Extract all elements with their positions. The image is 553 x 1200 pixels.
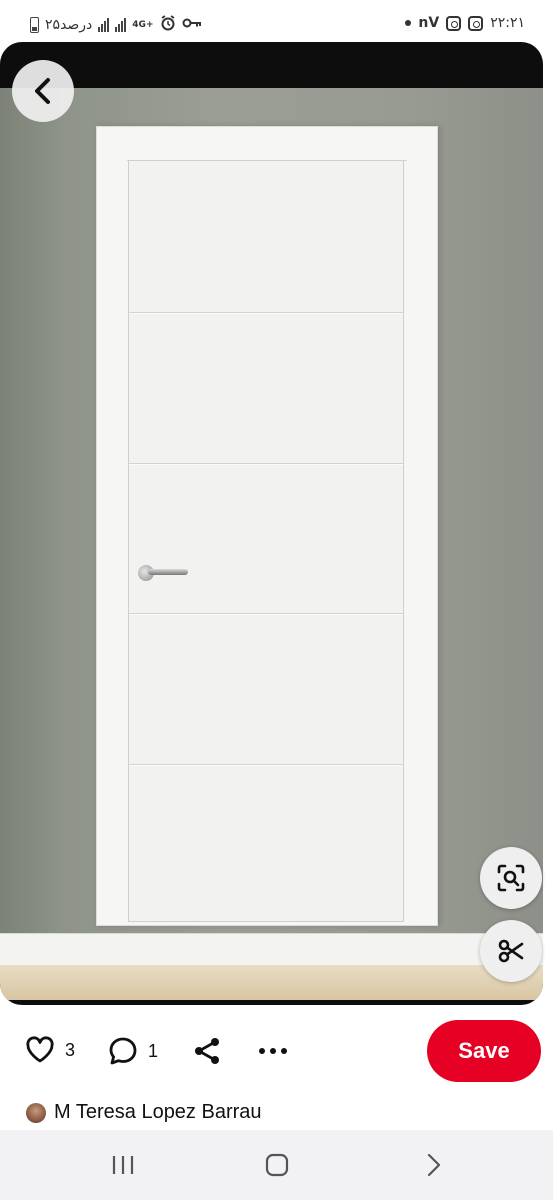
pin-photo[interactable] bbox=[0, 88, 543, 1000]
recent-apps-button[interactable] bbox=[108, 1150, 138, 1180]
save-button[interactable]: Save bbox=[427, 1020, 541, 1082]
alarm-icon bbox=[160, 15, 176, 35]
share-button[interactable] bbox=[192, 1036, 222, 1066]
signal-icon bbox=[98, 18, 110, 32]
back-nav-button[interactable] bbox=[418, 1150, 448, 1180]
author-name[interactable]: M Teresa Lopez Barrau bbox=[54, 1101, 262, 1124]
like-count: 3 bbox=[65, 1039, 76, 1060]
comment-action[interactable]: 1 bbox=[108, 1036, 158, 1066]
comment-count: 1 bbox=[148, 1040, 159, 1061]
visual-search-button[interactable] bbox=[480, 847, 542, 909]
status-right: nV ٢٢:٢١ bbox=[405, 15, 525, 31]
chevron-right-icon bbox=[427, 1153, 441, 1177]
floor bbox=[0, 965, 543, 1000]
cutout-button[interactable] bbox=[480, 920, 542, 982]
recent-apps-icon bbox=[112, 1156, 134, 1174]
home-button[interactable] bbox=[262, 1150, 292, 1180]
battery-icon bbox=[30, 17, 39, 33]
pin-image-card[interactable] bbox=[0, 42, 543, 1005]
chevron-left-icon bbox=[35, 78, 50, 104]
like-action[interactable]: 3 bbox=[25, 1036, 75, 1064]
signal-icon-2 bbox=[115, 18, 127, 32]
instagram-icon bbox=[446, 15, 462, 31]
baseboard bbox=[0, 933, 543, 965]
door-groove bbox=[129, 764, 403, 766]
system-nav-bar bbox=[0, 1130, 553, 1200]
notification-dot-icon bbox=[405, 20, 412, 26]
pin-author[interactable]: M Teresa Lopez Barrau bbox=[26, 1101, 262, 1124]
door-groove bbox=[129, 312, 403, 314]
network-type: 4G+ bbox=[132, 19, 154, 30]
app-badge: nV bbox=[418, 15, 440, 31]
battery-percent: ٢۵درصد bbox=[45, 17, 93, 33]
door-panel bbox=[128, 160, 404, 922]
door-frame-top bbox=[127, 127, 407, 161]
share-icon bbox=[195, 1038, 219, 1064]
instagram-icon-2 bbox=[468, 15, 484, 31]
avatar[interactable] bbox=[26, 1102, 46, 1123]
back-button[interactable] bbox=[12, 60, 74, 122]
more-dots-icon bbox=[259, 1048, 287, 1054]
clock: ٢٢:٢١ bbox=[490, 15, 525, 31]
lens-search-icon bbox=[497, 864, 525, 892]
more-options-button[interactable] bbox=[257, 1036, 289, 1066]
key-icon bbox=[182, 17, 202, 33]
scissors-icon bbox=[498, 939, 524, 963]
door-groove bbox=[129, 463, 403, 465]
door-groove bbox=[129, 613, 403, 615]
home-icon bbox=[265, 1153, 289, 1177]
heart-icon bbox=[26, 1036, 54, 1063]
comment-icon bbox=[109, 1037, 137, 1065]
status-left: ٢۵درصد 4G+ bbox=[30, 15, 202, 35]
door-handle-lever bbox=[148, 569, 188, 575]
